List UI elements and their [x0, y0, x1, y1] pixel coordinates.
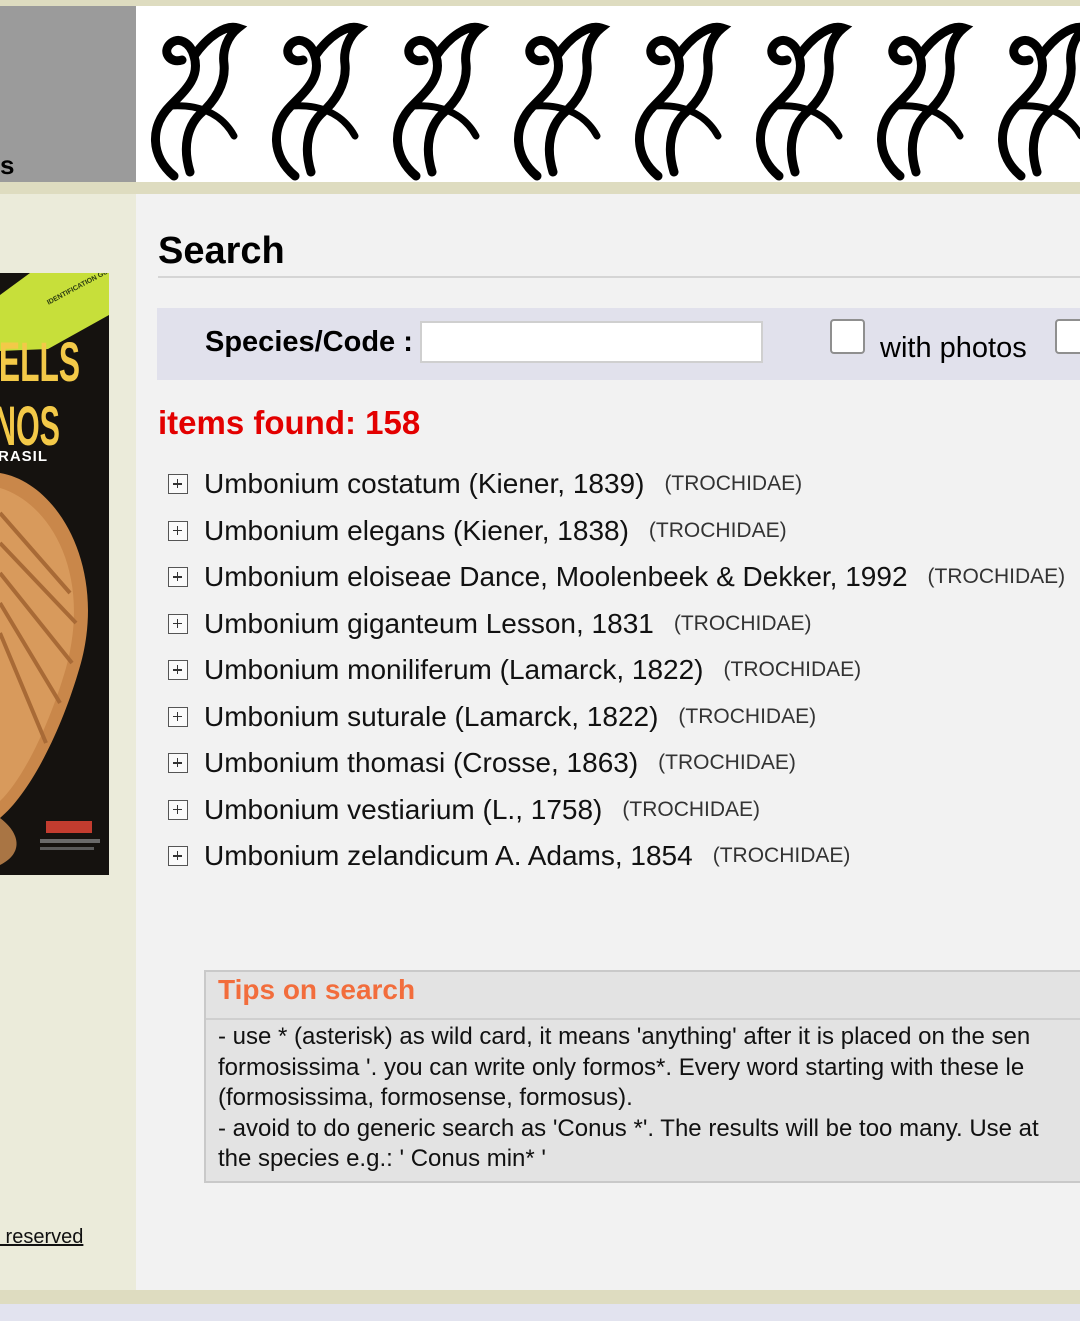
family-name: (TROCHIDAE) — [712, 844, 851, 867]
header-bottom-strip — [0, 182, 1080, 194]
family-name: (TROCHIDAE) — [723, 658, 862, 681]
result-item[interactable]: Umbonium zelandicum A. Adams, 1854 (TROC… — [168, 836, 850, 876]
result-item[interactable]: Umbonium vestiarium (L., 1758) (TROCHIDA… — [168, 790, 760, 830]
result-item[interactable]: Umbonium eloiseae Dance, Moolenbeek & De… — [168, 557, 1065, 597]
items-found-number: 158 — [365, 404, 421, 441]
family-name: (TROCHIDAE) — [678, 704, 817, 728]
result-item[interactable]: Umbonium suturale (Lamarck, 1822) (TROCH… — [168, 697, 816, 737]
expand-plus-icon[interactable] — [168, 799, 188, 820]
species-name[interactable]: Umbonium moniliferum (Lamarck, 1822) — [204, 654, 704, 686]
bottom-band — [0, 1304, 1080, 1321]
species-name[interactable]: Umbonium giganteum Lesson, 1831 — [204, 608, 654, 640]
decorative-wave-pattern-icon — [136, 6, 1080, 182]
search-panel: Species/Code : with photos — [157, 308, 1080, 380]
expand-plus-icon[interactable] — [168, 753, 188, 773]
tips-title: Tips on search — [218, 974, 416, 1005]
expand-plus-icon[interactable] — [168, 567, 188, 587]
species-name[interactable]: Umbonium costatum (Kiener, 1839) — [204, 468, 644, 500]
main-content: Search Species/Code : with photos items … — [136, 194, 1080, 1290]
cover-title-line1: HELLS — [0, 330, 80, 393]
species-name[interactable]: Umbonium vestiarium (L., 1758) — [204, 794, 602, 826]
expand-plus-icon[interactable] — [168, 474, 188, 494]
expand-plus-icon[interactable] — [168, 706, 188, 727]
expand-plus-icon[interactable] — [168, 660, 188, 680]
header-banner — [136, 6, 1080, 182]
secondary-checkbox[interactable] — [1055, 319, 1080, 354]
result-item[interactable]: Umbonium moniliferum (Lamarck, 1822) (TR… — [168, 650, 861, 690]
species-name[interactable]: Umbonium elegans (Kiener, 1838) — [204, 515, 629, 547]
result-item[interactable]: Umbonium thomasi (Crosse, 1863) (TROCHID… — [168, 743, 796, 783]
species-name[interactable]: Umbonium thomasi (Crosse, 1863) — [204, 747, 638, 779]
book-cover-art: IDENTIFICATION GUIDE HELLS NOS RASIL — [0, 273, 109, 875]
tips-body: - use * (asterisk) as wild card, it mean… — [218, 1023, 1039, 1172]
expand-plus-icon[interactable] — [168, 613, 188, 634]
tips-title-bar: Tips on search — [206, 972, 1080, 1020]
species-code-label: Species/Code : — [205, 326, 413, 358]
species-name[interactable]: Umbonium eloiseae Dance, Moolenbeek & De… — [204, 561, 908, 593]
family-name: (TROCHIDAE) — [658, 751, 796, 774]
tips-box: Tips on search - use * (asterisk) as wil… — [204, 970, 1080, 1183]
book-cover-image[interactable]: IDENTIFICATION GUIDE HELLS NOS RASIL — [0, 273, 109, 875]
with-photos-checkbox[interactable] — [830, 319, 865, 354]
family-name: (TROCHIDAE) — [673, 611, 812, 635]
left-sidebar: IDENTIFICATION GUIDE HELLS NOS RASIL s r… — [0, 194, 136, 1290]
page-title: Search — [158, 230, 285, 272]
result-item[interactable]: Umbonium giganteum Lesson, 1831 (TROCHID… — [168, 604, 812, 644]
cover-title-line3: RASIL — [0, 448, 48, 465]
family-name: (TROCHIDAE) — [927, 565, 1066, 588]
result-item[interactable]: Umbonium costatum (Kiener, 1839) (TROCHI… — [168, 464, 802, 504]
items-found-count: items found: 158 — [158, 404, 420, 442]
family-name: (TROCHIDAE) — [648, 518, 787, 542]
result-item[interactable]: Umbonium elegans (Kiener, 1838) (TROCHID… — [168, 511, 787, 551]
species-name[interactable]: Umbonium zelandicum A. Adams, 1854 — [204, 840, 693, 872]
with-photos-label: with photos — [880, 332, 1027, 364]
header-left-panel: s — [0, 6, 136, 182]
expand-plus-icon[interactable] — [168, 846, 188, 866]
expand-plus-icon[interactable] — [168, 520, 188, 541]
family-name: (TROCHIDAE) — [664, 472, 803, 495]
items-found-label: items found: — [158, 404, 356, 441]
bottom-strip — [0, 1290, 1080, 1304]
title-divider — [158, 276, 1080, 278]
family-name: (TROCHIDAE) — [622, 797, 761, 821]
copyright-link[interactable]: s reserved — [0, 1226, 83, 1249]
site-name-fragment: s — [0, 150, 15, 180]
species-name[interactable]: Umbonium suturale (Lamarck, 1822) — [204, 701, 658, 733]
species-code-input[interactable] — [420, 321, 763, 363]
